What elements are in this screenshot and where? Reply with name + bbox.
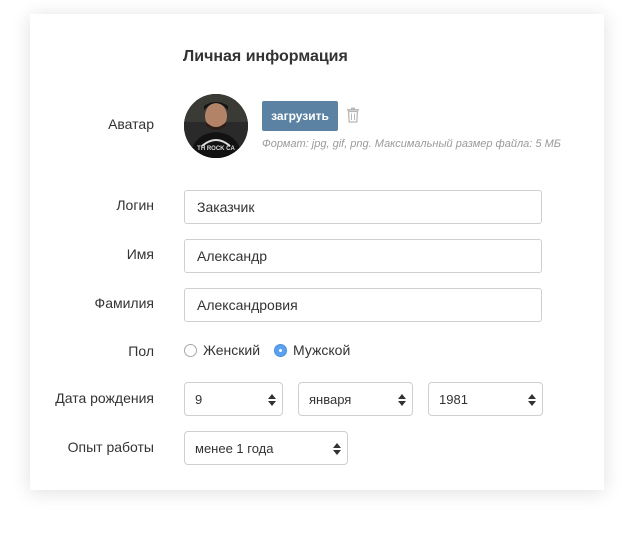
section-title: Личная информация [183,48,348,65]
birth-month-select[interactable]: января [298,382,413,416]
first-name-label: Имя [126,246,154,262]
select-arrows-icon [333,443,341,455]
birth-day-select[interactable]: 9 [184,382,283,416]
upload-hint: Формат: jpg, gif, png. Максимальный разм… [262,138,561,150]
gender-radio-group: Женский Мужской [184,342,364,358]
birth-year-select[interactable]: 1981 [428,382,543,416]
gender-option-female[interactable]: Женский [184,342,260,358]
first-name-input[interactable] [184,239,542,273]
experience-value: менее 1 года [195,440,274,456]
radio-icon[interactable] [274,343,288,357]
last-name-label: Фамилия [94,295,154,311]
shirt-text: TH ROCK CA [197,146,235,152]
avatar-label: Аватар [108,116,154,132]
gender-option-male[interactable]: Мужской [274,342,350,358]
birth-year-value: 1981 [439,391,468,407]
trash-icon[interactable] [346,107,360,123]
login-input[interactable] [184,190,542,224]
birth-date-label: Дата рождения [55,390,154,406]
gender-option-female-label: Женский [203,342,261,358]
experience-label: Опыт работы [67,439,154,455]
select-arrows-icon [398,394,406,406]
upload-button[interactable]: загрузить [262,101,338,131]
experience-select[interactable]: менее 1 года [184,431,348,465]
select-arrows-icon [528,394,536,406]
birth-month-value: января [309,391,352,407]
personal-info-card: Личная информация Аватар TH ROCK CA загр… [30,14,604,490]
last-name-input[interactable] [184,288,542,322]
gender-option-male-label: Мужской [293,342,351,358]
avatar-image: TH ROCK CA [184,94,248,158]
select-arrows-icon [268,394,276,406]
gender-label: Пол [128,343,154,359]
radio-icon[interactable] [184,343,197,357]
login-label: Логин [116,197,154,213]
avatar: TH ROCK CA [184,94,248,158]
birth-day-value: 9 [195,391,203,407]
